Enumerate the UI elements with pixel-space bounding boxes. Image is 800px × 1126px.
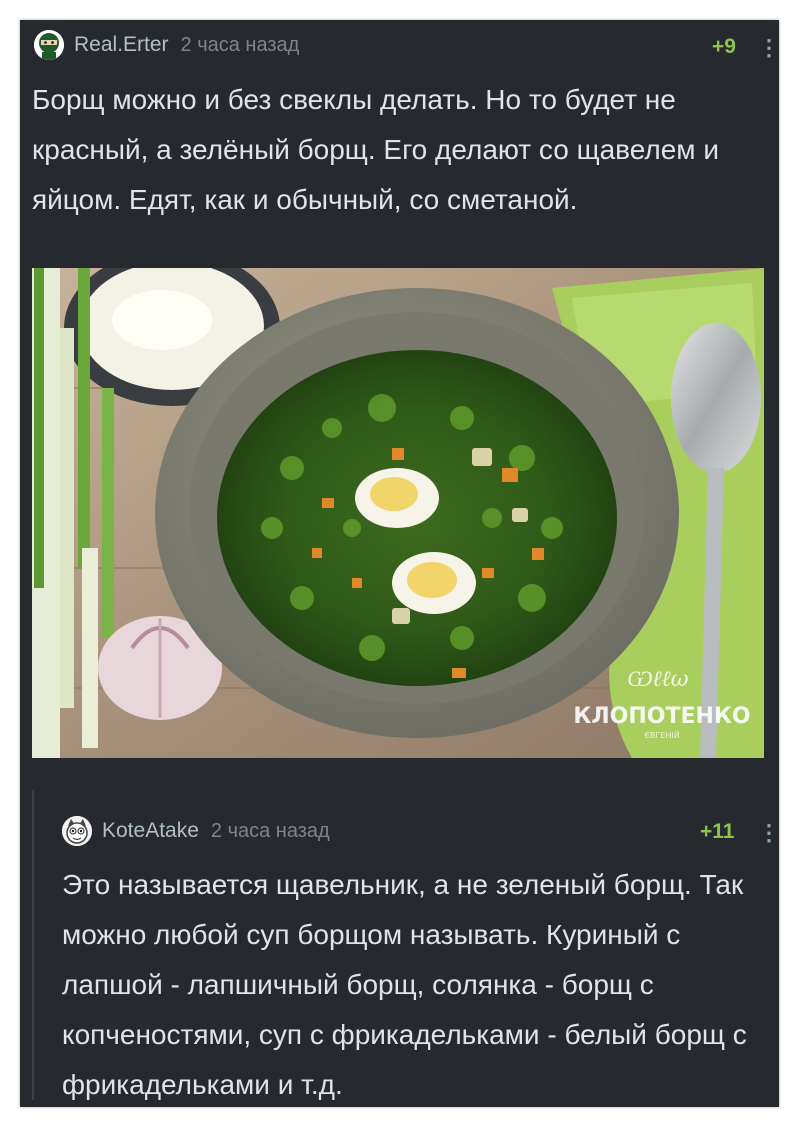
comment-time: 2 часа назад — [180, 33, 300, 56]
comment-header: Real.Erter 2 часа назад — [34, 30, 299, 60]
username[interactable]: KoteAtake — [102, 819, 199, 843]
svg-text:Ѡℓℓω: Ѡℓℓω — [627, 667, 688, 692]
comment-rating[interactable]: +9 — [712, 35, 736, 59]
comments-panel: Real.Erter 2 часа назад +9 ⋮ Борщ можно … — [20, 20, 780, 1107]
comment-text: Борщ можно и без свеклы делать. Но то бу… — [32, 84, 719, 215]
watermark-brand: КЛОПОТЕНКО — [573, 704, 750, 729]
reply-header: KoteAtake 2 часа назад — [62, 816, 330, 846]
user-avatar[interactable] — [34, 30, 64, 60]
reply-thread-line[interactable] — [32, 790, 34, 1100]
reply-text: Это называется щавельник, а не зеленый б… — [62, 869, 747, 1100]
user-avatar[interactable] — [62, 816, 92, 846]
more-options-icon[interactable]: ⋮ — [758, 37, 780, 59]
watermark-sub: ЄВГЕНІЙ — [644, 729, 679, 740]
comment-image[interactable]: Ѡℓℓω КЛОПОТЕНКО ЄВГЕНІЙ — [32, 268, 764, 758]
reply-rating[interactable]: +11 — [700, 820, 734, 844]
cat-avatar-icon — [62, 816, 92, 846]
soup-photo: Ѡℓℓω КЛОПОТЕНКО ЄВГЕНІЙ — [32, 268, 764, 758]
ninja-avatar-icon — [34, 30, 64, 60]
username[interactable]: Real.Erter — [74, 33, 169, 57]
comment-time: 2 часа назад — [210, 819, 330, 842]
more-options-icon[interactable]: ⋮ — [758, 822, 780, 844]
